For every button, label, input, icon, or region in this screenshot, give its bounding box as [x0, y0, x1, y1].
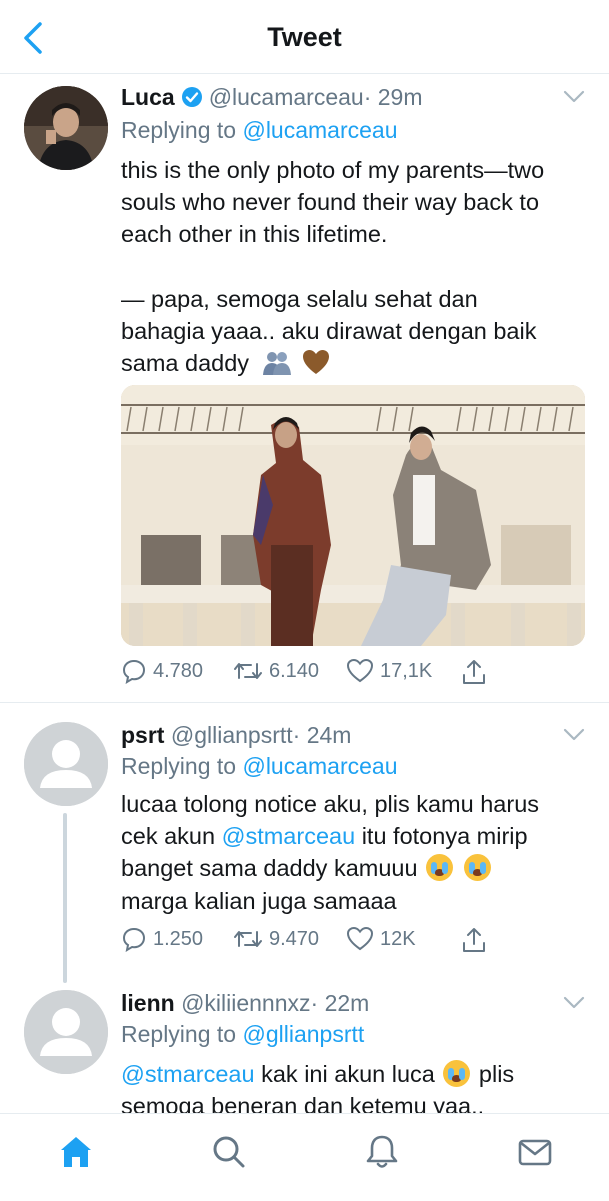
crying-emoji-icon [463, 854, 491, 882]
heart-icon [346, 926, 374, 951]
page-title: Tweet [267, 22, 342, 52]
search-icon[interactable] [208, 1132, 248, 1172]
mention-link[interactable]: @stmarceau [222, 823, 356, 849]
replying-to: Replying to @gllianpsrtt [121, 1021, 365, 1047]
chevron-down-icon[interactable] [563, 728, 585, 742]
default-avatar-icon [24, 990, 108, 1074]
retweet-count: 9.470 [269, 927, 320, 950]
reply-tweet[interactable]: lienn @kiliiennnxz· 22m Replying to @gll… [0, 980, 609, 1113]
tweet-header: lienn @kiliiennnxz· 22m [121, 990, 369, 1017]
retweet-count: 6.140 [269, 659, 320, 682]
chevron-down-icon[interactable] [563, 996, 585, 1010]
crying-emoji-icon [426, 854, 454, 882]
timestamp: · 22m [310, 990, 370, 1016]
retweet-icon [234, 931, 262, 947]
heart-icon [346, 658, 374, 683]
like-button[interactable]: 12K [346, 926, 416, 952]
replying-to: Replying to @lucamarceau [121, 753, 398, 779]
share-icon [463, 928, 485, 952]
display-name[interactable]: lienn [121, 990, 175, 1016]
reply-icon [122, 659, 146, 684]
share-button[interactable] [461, 658, 493, 686]
reply-button[interactable]: 1.250 [121, 926, 203, 952]
display-name[interactable]: Luca [121, 84, 175, 110]
tweet-actions: 4.780 6.140 17,1K [121, 658, 591, 692]
retweet-icon [234, 663, 262, 679]
tweet-actions: 1.250 9.470 12K [121, 926, 591, 960]
tweet-header: psrt @gllianpsrtt· 24m [121, 722, 351, 749]
top-bar: Tweet [0, 0, 609, 74]
user-handle[interactable]: @kiliiennnxz [181, 990, 310, 1016]
bottom-tab-bar [0, 1113, 609, 1201]
crying-emoji-icon [443, 1060, 471, 1087]
tweet-header: Luca @lucamarceau· 29m [121, 84, 423, 111]
timestamp: · 29m [363, 84, 423, 110]
display-name[interactable]: psrt [121, 722, 164, 748]
reply-icon [122, 927, 146, 952]
avatar[interactable] [24, 722, 108, 806]
avatar[interactable] [24, 990, 108, 1074]
chevron-down-icon[interactable] [563, 90, 585, 104]
replying-to-link[interactable]: @lucamarceau [242, 117, 397, 143]
avatar[interactable] [24, 86, 108, 170]
default-avatar-icon [24, 722, 108, 806]
reply-count: 4.780 [153, 659, 204, 682]
like-count: 17,1K [380, 659, 433, 682]
messages-icon[interactable] [515, 1132, 555, 1172]
people-emoji-icon [262, 352, 291, 376]
timestamp: · 24m [292, 722, 352, 748]
tweet-text: this is the only photo of my parents—two… [121, 157, 545, 377]
verified-badge-icon [181, 87, 202, 107]
thread-connector [63, 813, 67, 983]
replying-to-link[interactable]: @lucamarceau [242, 753, 397, 779]
tweet-text: @stmarceau kak ini akun luca plis semoga… [121, 1060, 515, 1113]
user-handle[interactable]: @gllianpsrtt [171, 722, 293, 748]
user-handle[interactable]: @lucamarceau [209, 84, 364, 110]
mention-link[interactable]: @stmarceau [121, 1061, 255, 1087]
reply-count: 1.250 [153, 927, 204, 950]
home-icon[interactable] [56, 1132, 96, 1172]
reply-button[interactable]: 4.780 [121, 658, 203, 684]
share-button[interactable] [461, 926, 493, 954]
like-count: 12K [380, 927, 416, 950]
like-button[interactable]: 17,1K [346, 658, 432, 684]
brown-heart-icon [303, 350, 330, 375]
divider [0, 702, 609, 703]
share-icon [463, 660, 485, 684]
retweet-button[interactable]: 9.470 [233, 926, 319, 952]
replying-to-link[interactable]: @gllianpsrtt [242, 1021, 364, 1047]
retweet-button[interactable]: 6.140 [233, 658, 319, 684]
tweet-text: lucaa tolong notice aku, plis kamu harus… [121, 791, 540, 914]
tweet-photo[interactable] [121, 385, 585, 646]
reply-tweet[interactable]: psrt @gllianpsrtt· 24m Replying to @luca… [0, 712, 609, 983]
notifications-icon[interactable] [362, 1132, 402, 1172]
replying-to: Replying to @lucamarceau [121, 117, 398, 143]
